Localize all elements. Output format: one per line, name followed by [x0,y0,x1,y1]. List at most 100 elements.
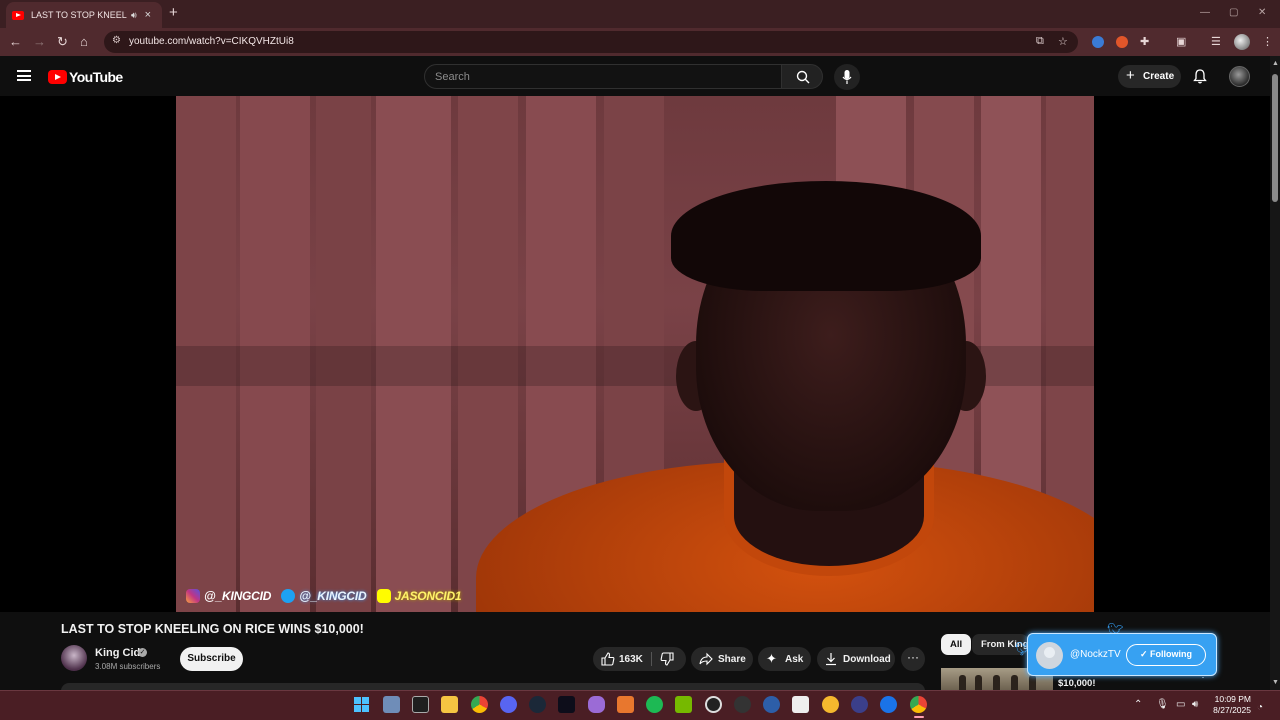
create-button[interactable]: + Create [1118,65,1181,88]
snapchat-icon [376,589,391,603]
address-bar[interactable]: ⚙ youtube.com/watch?v=CIKQVHZtUi8 ⧉ ☆ [104,31,1078,53]
chip-all[interactable]: All [941,634,972,655]
extension-icon[interactable] [1116,36,1128,48]
video-title: LAST TO STOP KNEELING ON RICE WINS $10,0… [61,622,364,636]
url-text[interactable]: youtube.com/watch?v=CIKQVHZtUi8 [129,36,294,47]
voice-search-button[interactable] [834,64,860,90]
thumbnail-detail [993,675,1000,690]
social-handles-overlay: @_KINGCID @_KINGCID JASONCID1 [186,589,467,603]
app-icon[interactable] [822,696,839,713]
verified-badge-icon: ✓ [138,648,147,657]
scrollbar-thumb[interactable] [1272,74,1278,202]
twitter-handle: @_KINGCID [299,589,367,603]
spotify-app-icon[interactable] [646,696,663,713]
account-avatar[interactable] [1229,66,1250,87]
active-app-indicator [914,716,924,718]
reload-icon[interactable]: ↻ [57,34,68,50]
browser-tab[interactable]: LAST TO STOP KNEELING O 🔊︎ × [6,2,162,28]
microphone-tray-icon[interactable]: 🎙︎ [1156,699,1169,710]
search-input[interactable]: Search [424,64,782,89]
youtube-play-icon [48,70,67,84]
reading-list-icon[interactable]: ☰ [1211,35,1221,48]
windows-taskbar [0,690,1280,720]
notifications-bell-icon[interactable] [1193,69,1207,84]
app-icon[interactable] [617,696,634,713]
instagram-icon [186,589,200,603]
bookmark-star-icon[interactable]: ☆ [1058,35,1068,48]
ask-button[interactable]: ✦ Ask [758,647,811,671]
plus-icon: + [1126,67,1135,84]
share-icon [699,652,713,666]
home-icon[interactable]: ⌂ [80,34,88,49]
hamburger-menu-icon[interactable] [17,70,31,81]
browser-toolbar: ← → ↻ ⌂ ⚙ youtube.com/watch?v=CIKQVHZtUi… [0,28,1280,56]
youtube-logo[interactable]: YouTube [48,69,123,85]
tray-overflow-icon[interactable]: ⌃ [1134,699,1142,710]
channel-avatar[interactable] [61,645,87,671]
download-button[interactable]: Download [817,647,895,671]
terminal-app-icon[interactable] [412,696,429,713]
like-count[interactable]: 163K [619,654,643,665]
share-label: Share [718,654,746,665]
search-icon [796,70,810,84]
install-app-icon[interactable]: ⧉ [1036,35,1044,48]
feather-app-icon[interactable] [588,696,605,713]
thumbnail-detail [975,675,982,690]
scroll-up-icon[interactable]: ▲ [1272,60,1279,67]
discord-app-icon[interactable] [500,696,517,713]
network-icon[interactable]: ▭ [1176,699,1185,710]
video-player[interactable]: @_KINGCID @_KINGCID JASONCID1 [176,96,1094,612]
subscribe-button[interactable]: Subscribe [180,647,243,671]
scroll-down-icon[interactable]: ▼ [1272,679,1279,686]
notification-center-icon[interactable]: ◔ [1257,702,1263,713]
menu-dots-icon[interactable]: ⋮ [1262,35,1273,48]
thumbnail-detail [1011,675,1018,690]
divider [651,652,652,666]
speaker-icon[interactable]: 🔊︎ [131,10,137,21]
tab-close-icon[interactable]: × [145,9,151,21]
app-icon[interactable] [880,696,897,713]
site-info-icon[interactable]: ⚙ [112,35,121,46]
close-window-button[interactable]: ✕ [1258,7,1266,18]
maximize-button[interactable]: ▢ [1229,7,1238,18]
app-icon[interactable] [558,696,575,713]
search-placeholder: Search [435,71,470,83]
tab-strip: LAST TO STOP KNEELING O 🔊︎ × + — ▢ ✕ [0,0,1280,28]
nvidia-app-icon[interactable] [675,696,692,713]
sparkle-icon: ✦ [766,651,777,666]
following-button: ✓ Following [1126,644,1206,666]
like-icon[interactable] [601,652,615,666]
new-tab-button[interactable]: + [169,4,178,21]
photos-app-icon[interactable] [383,696,400,713]
channel-name[interactable]: King Cid [95,647,140,659]
steam-app-icon[interactable] [529,696,546,713]
profile-avatar[interactable] [1234,34,1250,50]
chrome-app-icon[interactable] [471,696,488,713]
microphone-icon [842,70,852,84]
forward-icon[interactable]: → [33,34,46,49]
clock-date[interactable]: 8/27/2025 [1207,705,1251,715]
app-icon[interactable] [763,696,780,713]
media-control-icon[interactable]: ▣ [1176,35,1186,48]
twitter-follow-overlay: @NockzTV ✓ Following [1027,633,1217,676]
file-explorer-icon[interactable] [441,696,458,713]
minimize-button[interactable]: — [1200,7,1210,18]
volume-icon[interactable]: 🔊︎ [1192,699,1198,710]
chrome-active-app-icon[interactable] [910,696,927,713]
instagram-handle: @_KINGCID [204,589,272,603]
obs-app-icon[interactable] [705,696,722,713]
default-avatar-icon [1036,642,1063,669]
thumbnail-detail [1029,675,1036,690]
dislike-icon[interactable] [660,652,674,666]
search-button[interactable] [781,64,823,89]
app-icon[interactable] [734,696,751,713]
more-actions-button[interactable]: ··· [901,647,925,671]
share-button[interactable]: Share [691,647,753,671]
app-icon[interactable] [851,696,868,713]
clock-time[interactable]: 10:09 PM [1213,694,1251,704]
extension-icon[interactable] [1092,36,1104,48]
notion-app-icon[interactable] [792,696,809,713]
back-icon[interactable]: ← [9,34,22,49]
extensions-puzzle-icon[interactable]: ✚ [1140,35,1149,48]
windows-start-icon[interactable] [354,697,369,712]
